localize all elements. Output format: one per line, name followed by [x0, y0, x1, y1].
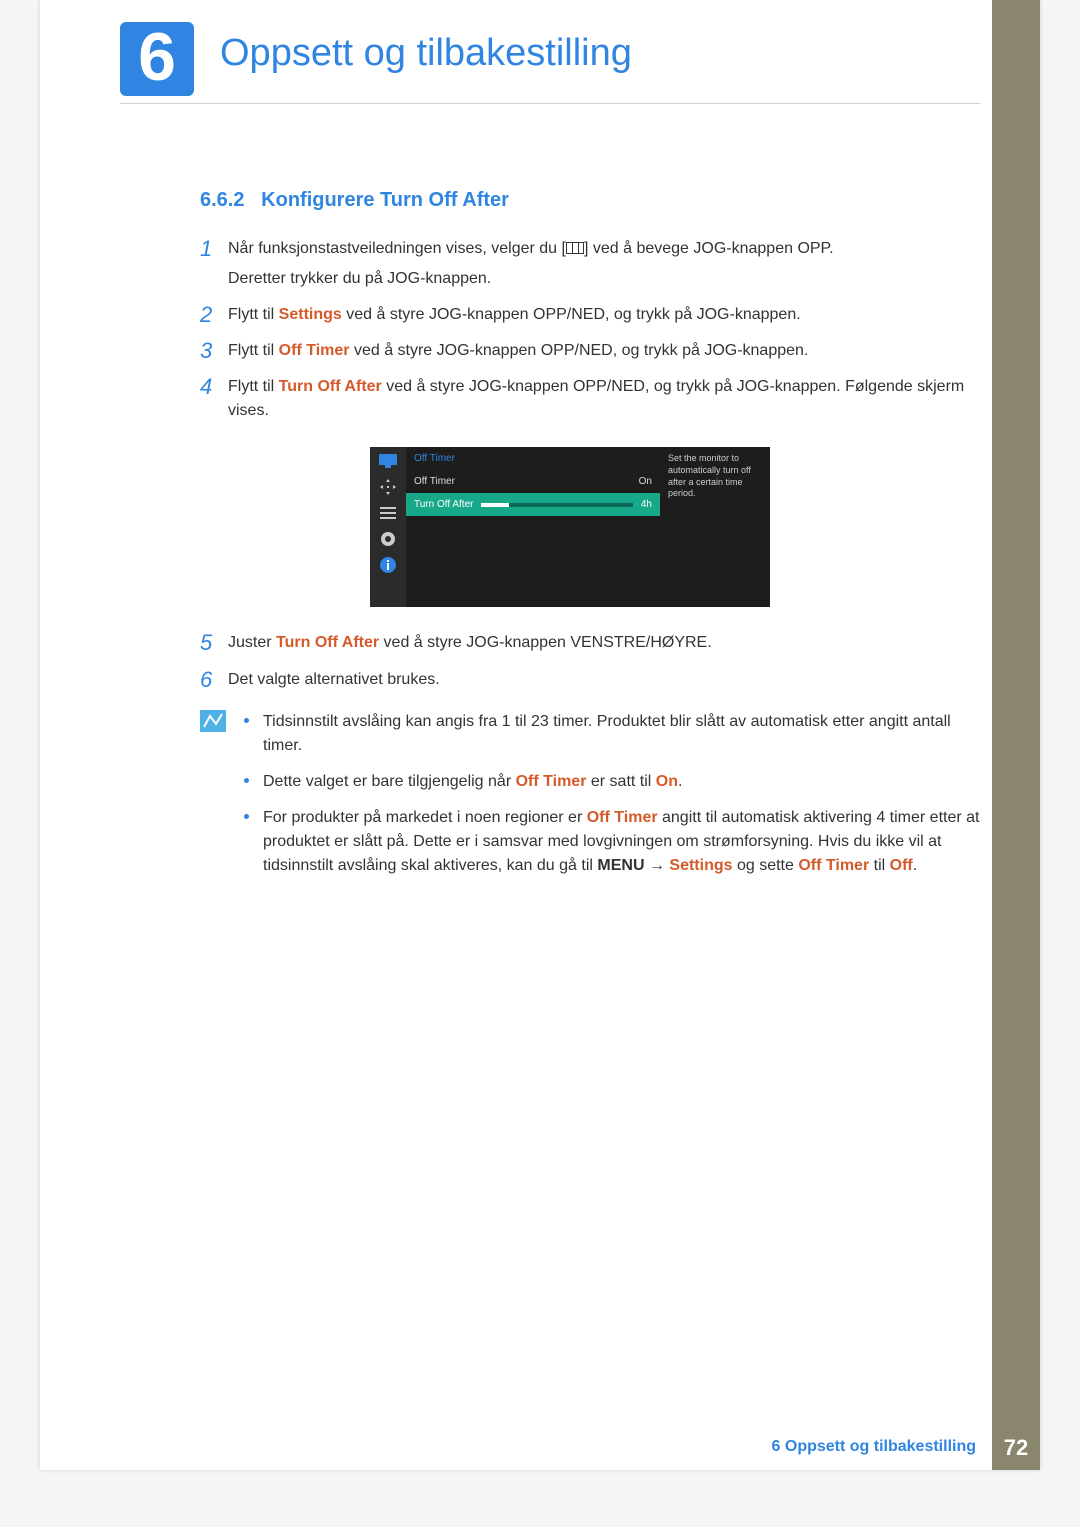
list-icon	[378, 505, 398, 521]
note-text: For produkter på markedet i noen regione…	[263, 806, 980, 878]
step-2: 2 Flytt til Settings ved å styre JOG-kna…	[200, 303, 980, 327]
footer: 6 Oppsett og tilbakestilling 72	[40, 1426, 1040, 1470]
note-item: For produkter på markedet i noen regione…	[244, 806, 980, 878]
step-number: 2	[200, 303, 228, 327]
step-6: 6 Det valgte alternativet brukes.	[200, 668, 980, 692]
osd-row-offtimer: Off Timer On	[406, 470, 660, 493]
osd-row-turnoffafter: Turn Off After 4h	[406, 493, 660, 516]
step-number: 5	[200, 631, 228, 655]
bullet-icon	[244, 814, 249, 819]
step-text-highlight: Turn Off After	[276, 634, 379, 651]
note-arrow: →	[645, 857, 670, 874]
step-text-pre: Når funksjonstastveiledningen vises, vel…	[228, 240, 566, 257]
osd-header: Off Timer	[406, 447, 660, 470]
content-area: 6.6.2 Konfigurere Turn Off After 1 Når f…	[200, 185, 980, 890]
step-1: 1 Når funksjonstastveiledningen vises, v…	[200, 237, 980, 291]
osd-screenshot: Off Timer Off Timer On Turn Off After 4h…	[370, 447, 770, 607]
note-post: .	[678, 773, 682, 790]
step-text-pre: Flytt til	[228, 342, 279, 359]
step-number: 3	[200, 339, 228, 363]
page: 6 Oppsett og tilbakestilling 6.6.2 Konfi…	[40, 0, 1040, 1470]
note-text: Tidsinnstilt avslåing kan angis fra 1 ti…	[263, 710, 980, 758]
note-highlight: Settings	[669, 857, 732, 874]
note-mid: til	[869, 857, 889, 874]
note-highlight: Off Timer	[516, 773, 587, 790]
step-text-post: ] ved å bevege JOG-knappen OPP.	[584, 240, 834, 257]
step-text-highlight: Off Timer	[279, 342, 350, 359]
osd-label: Off Timer	[414, 474, 455, 489]
step-text-plain: Det valgte alternativet brukes.	[228, 671, 440, 688]
step-text-post: ved å styre JOG-knappen OPP/NED, og tryk…	[342, 306, 801, 323]
section-title: Konfigurere Turn Off After	[261, 189, 509, 211]
step-text-pre: Juster	[228, 634, 276, 651]
note-highlight: On	[656, 773, 678, 790]
step-body: Juster Turn Off After ved å styre JOG-kn…	[228, 631, 980, 655]
step-number: 1	[200, 237, 228, 261]
osd-main: Off Timer Off Timer On Turn Off After 4h	[406, 447, 660, 607]
chapter-underline	[120, 103, 980, 104]
note-post: .	[913, 857, 917, 874]
step-text-pre: Flytt til	[228, 378, 279, 395]
osd-value: 4h	[641, 497, 652, 512]
note-menu: MENU	[597, 857, 644, 874]
osd-label: Turn Off After	[414, 497, 473, 512]
step-text-post: ved å styre JOG-knappen VENSTRE/HØYRE.	[379, 634, 712, 651]
osd-slider	[481, 503, 632, 507]
note-text: Dette valget er bare tilgjengelig når Of…	[263, 770, 980, 794]
move-icon	[378, 479, 398, 495]
step-body: Flytt til Turn Off After ved å styre JOG…	[228, 375, 980, 423]
step-text-line2: Deretter trykker du på JOG-knappen.	[228, 267, 980, 291]
bullet-icon	[244, 718, 249, 723]
note-item: Tidsinnstilt avslåing kan angis fra 1 ti…	[244, 710, 980, 758]
section-heading: 6.6.2 Konfigurere Turn Off After	[200, 185, 980, 215]
step-4: 4 Flytt til Turn Off After ved å styre J…	[200, 375, 980, 423]
step-text-pre: Flytt til	[228, 306, 279, 323]
note-icon	[200, 710, 226, 732]
note-list: Tidsinnstilt avslåing kan angis fra 1 ti…	[244, 710, 980, 890]
step-body: Det valgte alternativet brukes.	[228, 668, 980, 692]
menu-icon	[566, 242, 584, 254]
note-item: Dette valget er bare tilgjengelig når Of…	[244, 770, 980, 794]
chapter-title: Oppsett og tilbakestilling	[220, 32, 632, 75]
step-body: Når funksjonstastveiledningen vises, vel…	[228, 237, 980, 291]
note-highlight: Off	[890, 857, 913, 874]
footer-page-number: 72	[992, 1426, 1040, 1470]
osd-sidebar	[370, 447, 406, 607]
step-body: Flytt til Settings ved å styre JOG-knapp…	[228, 303, 980, 327]
step-number: 4	[200, 375, 228, 399]
notes-block: Tidsinnstilt avslåing kan angis fra 1 ti…	[200, 710, 980, 890]
chapter-number-box: 6	[120, 22, 194, 96]
note-mid: og sette	[733, 857, 799, 874]
step-3: 3 Flytt til Off Timer ved å styre JOG-kn…	[200, 339, 980, 363]
bullet-icon	[244, 778, 249, 783]
note-mid: er satt til	[586, 773, 655, 790]
note-pre: For produkter på markedet i noen regione…	[263, 809, 587, 826]
step-body: Flytt til Off Timer ved å styre JOG-knap…	[228, 339, 980, 363]
osd-description: Set the monitor to automatically turn of…	[660, 447, 770, 607]
note-pre: Dette valget er bare tilgjengelig når	[263, 773, 516, 790]
gear-icon	[378, 531, 398, 547]
note-highlight: Off Timer	[798, 857, 869, 874]
section-number: 6.6.2	[200, 189, 244, 211]
info-icon	[378, 557, 398, 573]
margin-stripe	[992, 0, 1040, 1470]
step-text-post: ved å styre JOG-knappen OPP/NED, og tryk…	[350, 342, 809, 359]
footer-chapter: 6 Oppsett og tilbakestilling	[772, 1426, 992, 1470]
picture-icon	[378, 453, 398, 469]
osd-value: On	[639, 474, 652, 489]
step-text-highlight: Turn Off After	[279, 378, 382, 395]
step-number: 6	[200, 668, 228, 692]
step-5: 5 Juster Turn Off After ved å styre JOG-…	[200, 631, 980, 655]
note-highlight: Off Timer	[587, 809, 658, 826]
step-text-highlight: Settings	[279, 306, 342, 323]
